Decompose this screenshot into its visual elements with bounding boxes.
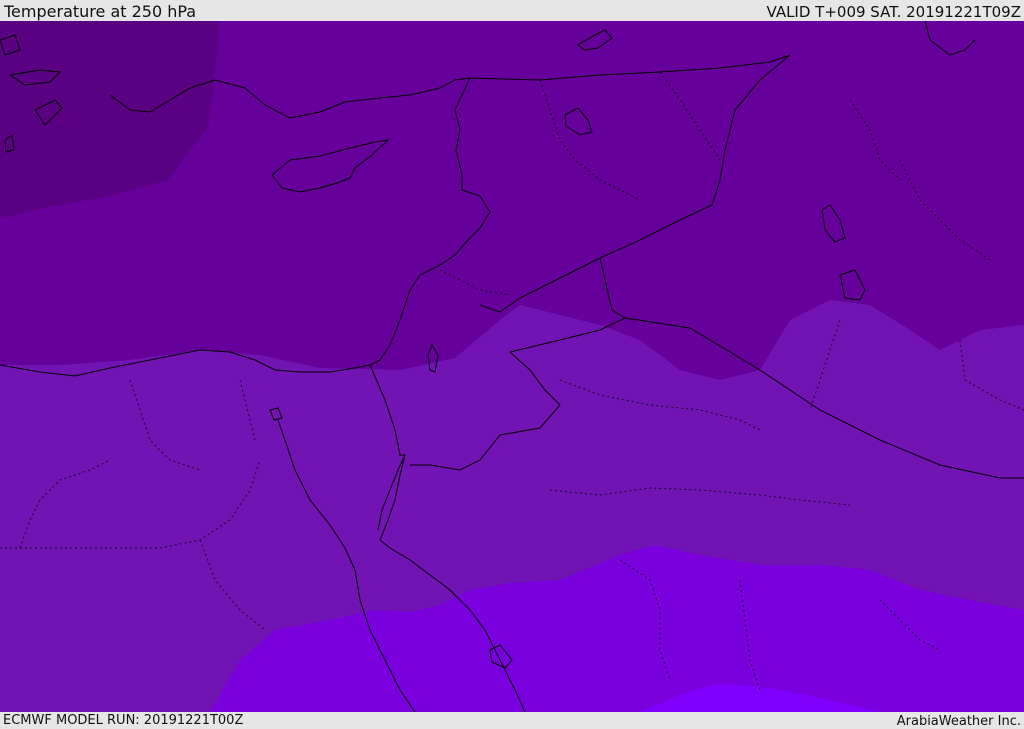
valid-time: VALID T+009 SAT. 20191221T09Z	[766, 3, 1021, 21]
temperature-map[interactable]	[0, 21, 1024, 712]
footer-bar: ECMWF MODEL RUN: 20191221T00Z ArabiaWeat…	[0, 712, 1024, 729]
credit-label: ArabiaWeather Inc.	[896, 714, 1021, 729]
map-title: Temperature at 250 hPa	[4, 2, 197, 21]
header-bar: Temperature at 250 hPa VALID T+009 SAT. …	[0, 0, 1024, 21]
model-run-label: ECMWF MODEL RUN: 20191221T00Z	[3, 713, 244, 728]
